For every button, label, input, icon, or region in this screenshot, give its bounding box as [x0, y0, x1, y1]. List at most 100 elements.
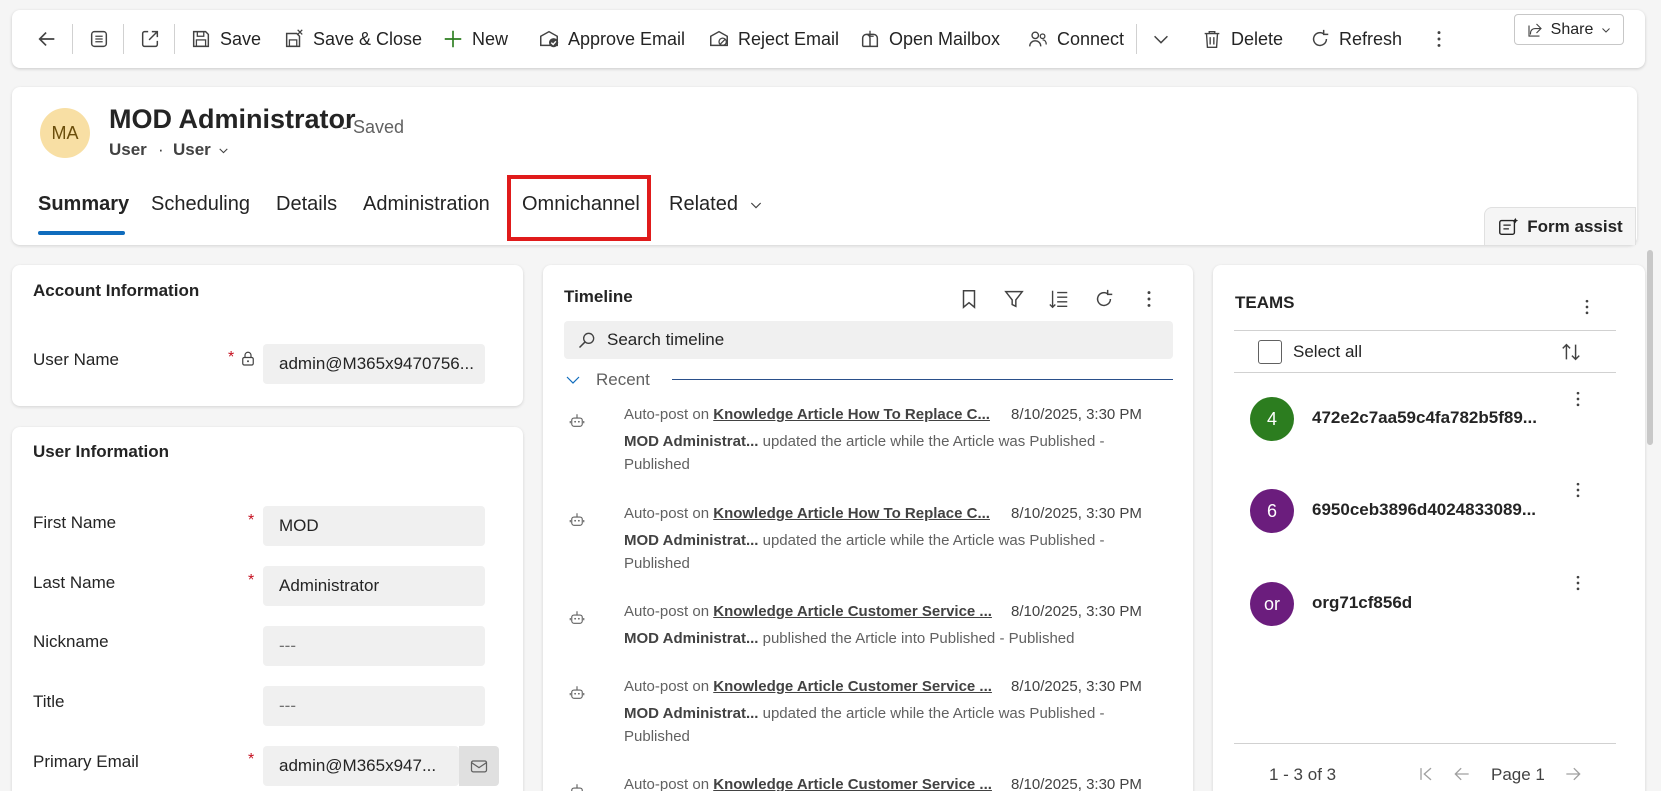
form-icon — [90, 30, 108, 48]
share-label: Share — [1550, 20, 1594, 38]
form-selector-label: User — [173, 140, 211, 159]
arrow-left-icon[interactable] — [1452, 764, 1472, 784]
save-label: Save — [220, 28, 262, 49]
timeline-text: published the Article into Published - P… — [758, 630, 1075, 647]
overflow-menu-button[interactable] — [1428, 10, 1450, 68]
tab-administration[interactable]: Administration — [363, 193, 490, 216]
record-header: MA MOD Administrator - Saved User · User… — [12, 87, 1637, 245]
more-vertical-icon[interactable] — [1568, 480, 1588, 500]
more-vertical-icon[interactable] — [1138, 288, 1160, 310]
form-view-button[interactable] — [88, 10, 110, 68]
timeline-body: MOD Administrat... updated the article w… — [624, 430, 1124, 476]
nickname-field[interactable]: --- — [263, 626, 485, 666]
delete-button[interactable]: Delete — [1201, 10, 1283, 68]
save-close-icon — [285, 29, 303, 48]
arrow-right-icon[interactable] — [1563, 764, 1583, 784]
chevron-down-icon — [566, 376, 580, 384]
timeline-body: MOD Administrat... updated the article w… — [624, 529, 1124, 575]
last-name-field[interactable]: Administrator — [263, 566, 485, 606]
timeline-date: 8/10/2025, 3:30 PM — [1011, 406, 1142, 423]
reject-email-icon — [710, 30, 728, 47]
team-avatar: or — [1250, 582, 1294, 626]
auto-post-prefix: Auto-post on — [624, 678, 714, 695]
auto-post-prefix: Auto-post on — [624, 505, 714, 522]
article-link[interactable]: Knowledge Article Customer Service ... — [713, 603, 992, 620]
tab-details[interactable]: Details — [276, 193, 337, 216]
section-title: Account Information — [33, 281, 200, 300]
page-title: MOD Administrator — [109, 104, 356, 134]
tab-summary[interactable]: Summary — [38, 193, 129, 216]
refresh-icon[interactable] — [1093, 288, 1115, 310]
field-label: User Name — [33, 350, 119, 369]
active-tab-indicator — [38, 231, 125, 235]
timeline-item-header: Auto-post on Knowledge Article Customer … — [624, 603, 992, 620]
more-commands-dropdown[interactable] — [1150, 10, 1172, 68]
article-link[interactable]: Knowledge Article Customer Service ... — [713, 776, 992, 791]
pager-count: 1 - 3 of 3 — [1269, 765, 1337, 784]
bot-icon — [569, 611, 585, 624]
primary-email-field[interactable]: admin@M365x947... — [263, 746, 459, 786]
first-name-field[interactable]: MOD — [263, 506, 485, 546]
sort-list-icon[interactable] — [1048, 288, 1070, 310]
save-close-button[interactable]: Save & Close — [283, 10, 422, 68]
timeline-search-input[interactable]: Search timeline — [564, 321, 1173, 359]
reject-email-button[interactable]: Reject Email — [708, 10, 839, 68]
author: MOD Administrat... — [624, 433, 759, 450]
author: MOD Administrat... — [624, 705, 759, 722]
approve-email-button[interactable]: Approve Email — [538, 10, 685, 68]
section-title: User Information — [33, 442, 170, 461]
share-button[interactable]: Share — [1514, 14, 1624, 45]
open-mailbox-button[interactable]: Open Mailbox — [859, 10, 1000, 68]
refresh-button[interactable]: Refresh — [1309, 10, 1402, 68]
tab-related[interactable]: Related — [669, 193, 764, 216]
sort-icon[interactable] — [1560, 341, 1582, 363]
article-link[interactable]: Knowledge Article Customer Service ... — [713, 678, 992, 695]
plus-icon — [444, 30, 462, 48]
bot-icon — [569, 784, 585, 791]
arrow-left-icon — [38, 31, 55, 47]
send-email-button[interactable] — [459, 746, 499, 786]
timeline-item-header: Auto-post on Knowledge Article Customer … — [624, 776, 992, 791]
bot-icon — [569, 414, 585, 427]
bookmark-icon[interactable] — [958, 288, 980, 310]
highlight-annotation — [507, 175, 651, 241]
team-avatar: 4 — [1250, 397, 1294, 441]
required-marker: * — [248, 751, 255, 768]
refresh-label: Refresh — [1339, 28, 1403, 49]
auto-post-prefix: Auto-post on — [624, 603, 714, 620]
select-all-checkbox[interactable] — [1258, 340, 1282, 364]
team-avatar: 6 — [1250, 489, 1294, 533]
required-marker: * — [248, 572, 255, 589]
group-divider — [672, 379, 1173, 380]
more-vertical-icon[interactable] — [1577, 297, 1597, 317]
account-information-card: Account Information User Name * admin@M3… — [12, 265, 523, 406]
required-marker: * — [228, 349, 235, 366]
more-vertical-icon[interactable] — [1568, 389, 1588, 409]
first-page-icon[interactable] — [1416, 764, 1436, 784]
toolbar-divider — [123, 24, 124, 54]
delete-label: Delete — [1231, 28, 1284, 49]
user-name-field[interactable]: admin@M365x9470756... — [263, 344, 485, 384]
scrollbar-thumb[interactable] — [1647, 250, 1653, 445]
filter-icon[interactable] — [1003, 288, 1025, 310]
timeline-item[interactable]: Auto-post on Knowledge Article Customer … — [568, 776, 1148, 791]
team-name: 6950ceb3896d4024833089... — [1312, 500, 1537, 519]
connect-button[interactable]: Connect — [1027, 10, 1124, 68]
timeline-group-toggle[interactable]: Recent — [564, 370, 650, 390]
form-assist-button[interactable]: Form assist — [1484, 207, 1636, 245]
new-button[interactable]: New — [442, 10, 508, 68]
mailbox-icon — [861, 30, 879, 48]
save-button[interactable]: Save — [190, 10, 261, 68]
form-selector[interactable]: User — [173, 140, 230, 160]
bot-icon — [569, 686, 585, 699]
more-vertical-icon[interactable] — [1568, 573, 1588, 593]
article-link[interactable]: Knowledge Article How To Replace C... — [713, 505, 990, 522]
timeline-item-header: Auto-post on Knowledge Article How To Re… — [624, 406, 990, 423]
open-new-window-button[interactable] — [139, 10, 161, 68]
entity-name: User — [109, 140, 147, 159]
back-button[interactable] — [36, 10, 58, 68]
tab-scheduling[interactable]: Scheduling — [151, 193, 250, 216]
article-link[interactable]: Knowledge Article How To Replace C... — [713, 406, 990, 423]
connect-label: Connect — [1057, 28, 1125, 49]
title-field[interactable]: --- — [263, 686, 485, 726]
